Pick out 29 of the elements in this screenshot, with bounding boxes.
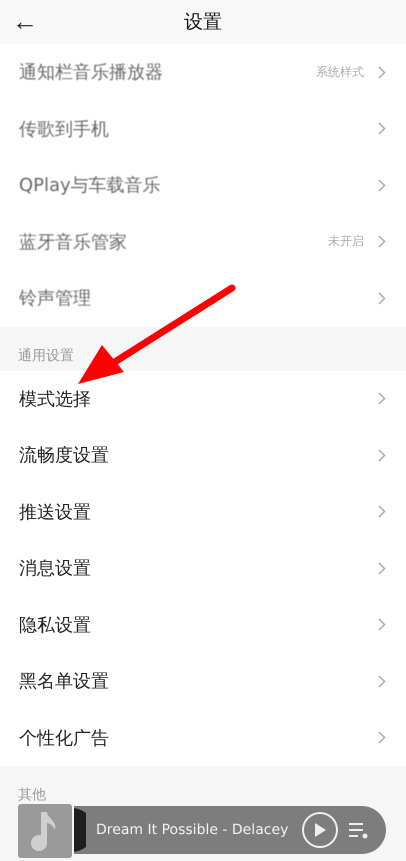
play-button[interactable] bbox=[302, 812, 338, 848]
page-title: 设置 bbox=[184, 10, 222, 35]
back-button[interactable]: ← bbox=[6, 4, 44, 38]
chevron-icon bbox=[378, 235, 386, 248]
playlist-icon bbox=[348, 821, 370, 839]
chevron-icon bbox=[378, 392, 386, 406]
settings-row[interactable]: 模式选择 bbox=[0, 370, 406, 427]
settings-row[interactable]: 流畅度设置 bbox=[0, 427, 406, 484]
settings-row[interactable]: 个性化广告 bbox=[0, 710, 406, 766]
chevron-icon bbox=[378, 505, 386, 518]
chevron-icon bbox=[378, 562, 386, 575]
chevron-icon bbox=[378, 674, 386, 688]
chevron-icon bbox=[378, 448, 386, 462]
settings-row[interactable]: 隐私设置 bbox=[0, 596, 406, 653]
section-title: 其他 bbox=[17, 786, 47, 805]
section-title: 通用设置 bbox=[17, 346, 75, 366]
mini-player[interactable]: Dream It Possible - Delacey bbox=[74, 806, 386, 854]
settings-row[interactable]: 黑名单设置 bbox=[0, 653, 406, 710]
chevron-icon bbox=[378, 618, 386, 632]
play-icon bbox=[313, 822, 327, 838]
chevron-icon bbox=[378, 122, 386, 136]
chevron-icon bbox=[378, 292, 386, 305]
playlist-button[interactable] bbox=[348, 821, 370, 839]
chevron-icon bbox=[378, 178, 386, 192]
chevron-icon bbox=[378, 731, 386, 744]
settings-row[interactable]: 消息设置 bbox=[0, 540, 406, 596]
chevron-icon bbox=[378, 66, 386, 79]
track-title: Dream It Possible - Delacey bbox=[96, 822, 290, 838]
settings-row[interactable]: 推送设置 bbox=[0, 484, 406, 540]
